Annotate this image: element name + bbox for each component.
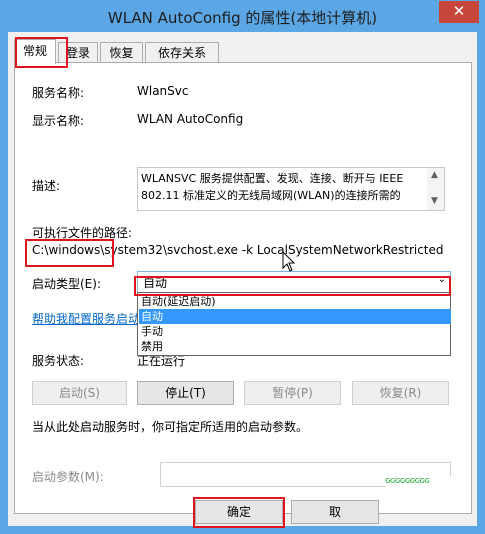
option-auto[interactable]: 自动 <box>139 309 451 324</box>
tab-dependencies[interactable]: 依存关系 <box>145 42 219 63</box>
window-title: WLAN AutoConfig 的属性(本地计算机) <box>107 9 378 27</box>
mouse-cursor-icon <box>282 251 296 272</box>
option-disabled[interactable]: 禁用 <box>139 339 451 354</box>
pause-button[interactable]: 暂停(P) <box>244 381 341 405</box>
description-box[interactable]: WLANSVC 服务提供配置、发现、连接、断开与 IEEE 802.11 标准定… <box>137 167 445 211</box>
service-name-value: WlanSvc <box>137 84 189 98</box>
title-bar: WLAN AutoConfig 的属性(本地计算机) ✕ <box>0 0 485 32</box>
display-name-value: WLAN AutoConfig <box>137 112 244 126</box>
stop-button[interactable]: 停止(T) <box>137 381 234 405</box>
startup-type-dropdown: 自动(延迟启动) 自动 手动 禁用 <box>137 292 451 356</box>
watermark: ԍԍԍԍԍԍԍԍԍ <box>385 476 465 488</box>
service-status-label: 服务状态: <box>32 354 85 368</box>
description-text: WLANSVC 服务提供配置、发现、连接、断开与 IEEE 802.11 标准定… <box>141 172 404 202</box>
resume-button[interactable]: 恢复(R) <box>352 381 449 405</box>
option-auto-delayed[interactable]: 自动(延迟启动) <box>139 294 451 309</box>
display-name-label: 显示名称: <box>32 114 85 128</box>
option-highlight <box>134 276 451 296</box>
help-link[interactable]: 帮助我配置服务启动 <box>32 310 140 327</box>
close-button[interactable]: ✕ <box>439 1 479 23</box>
scroll-down-icon[interactable]: ▼ <box>431 196 438 206</box>
close-icon: ✕ <box>452 2 466 20</box>
tab-recovery[interactable]: 恢复 <box>100 42 143 63</box>
tab-highlight <box>15 37 68 68</box>
service-name-label: 服务名称: <box>32 86 85 100</box>
startup-type-label: 启动类型(E): <box>32 277 101 291</box>
start-params-hint: 当从此处启动服务时，你可指定所适用的启动参数。 <box>32 420 309 434</box>
properties-window: WLAN AutoConfig 的属性(本地计算机) ✕ 常规 登录 恢复 依存… <box>0 0 485 534</box>
start-params-label: 启动参数(M): <box>32 470 104 484</box>
option-manual[interactable]: 手动 <box>139 324 451 339</box>
description-scrollbar[interactable]: ▲ ▼ <box>427 168 444 210</box>
startup-label-highlight <box>25 239 114 267</box>
scroll-up-icon[interactable]: ▲ <box>431 170 438 180</box>
start-button[interactable]: 启动(S) <box>32 381 127 405</box>
description-label: 描述: <box>32 179 61 193</box>
cancel-button[interactable]: 取 <box>291 500 379 524</box>
ok-highlight <box>193 497 285 528</box>
